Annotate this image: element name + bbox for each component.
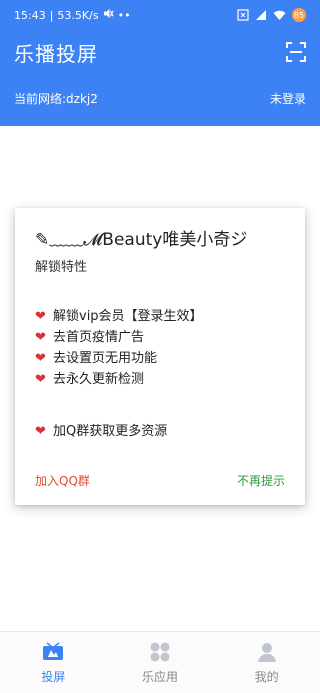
heart-icon: ❤ [35,330,46,345]
dialog-title: ✎﹏﹏𝓜Beauty唯美小奇ジ [35,230,248,250]
feature-item: ❤ 去永久更新检测 [35,369,203,390]
signal-icon [255,9,267,21]
more-dots-icon: •• [117,8,131,22]
cast-icon [43,642,64,660]
nav-tab-label: 我的 [254,670,279,684]
nav-tab-cast[interactable]: 投屏 [0,632,107,693]
no-more-button[interactable]: 不再提示 [237,472,285,489]
dialog-subtitle: 解锁特性 [35,260,88,275]
network-label: 当前网络:dzkj2 [14,92,98,106]
scan-button[interactable] [286,42,306,62]
heart-icon: ❤ [35,351,46,366]
feature-item: ❤ 去首页疫情广告 [35,327,203,348]
nav-tab-label: 乐应用 [142,670,179,684]
battery-icon: 85 [292,8,306,22]
nav-tab-label: 投屏 [41,670,66,684]
status-bar: 15:43 | 53.5K/s •• 85 [0,0,320,30]
feature-item: ❤ 去设置页无用功能 [35,348,203,369]
status-speed: 53.5K/s [57,8,99,22]
bottom-nav: 投屏 乐应用 我的 [0,631,320,693]
profile-icon [257,643,276,662]
join-qq-button[interactable]: 加入QQ群 [35,472,90,489]
nav-tab-apps[interactable]: 乐应用 [107,632,214,693]
login-link[interactable]: 未登录 [270,90,306,107]
mute-icon [103,8,114,22]
scan-icon [286,42,306,62]
content-sheet [0,126,320,186]
dialog-body: ❤ 解锁vip会员【登录生效】 ❤ 去首页疫情广告 ❤ 去设置页无用功能 ❤ 去永久更新… [35,306,203,442]
apps-grid-icon [150,642,170,662]
app-bar: 乐播投屏 当前网络:dzkj2 未登录 [0,30,320,126]
extra-item: ❤ 加Q群获取更多资源 [35,421,203,442]
app-title: 乐播投屏 [14,42,98,66]
status-time: 15:43 [14,8,46,22]
heart-icon: ❤ [35,372,46,387]
promo-dialog: ✎﹏﹏𝓜Beauty唯美小奇ジ 解锁特性 ❤ 解锁vip会员【登录生效】 ❤ 去首页… [15,208,305,505]
heart-icon: ❤ [35,309,46,324]
wifi-icon [273,9,286,21]
heart-icon: ❤ [35,424,46,439]
sim-icon [237,9,249,21]
nav-tab-me[interactable]: 我的 [213,632,320,693]
feature-item: ❤ 解锁vip会员【登录生效】 [35,306,203,327]
